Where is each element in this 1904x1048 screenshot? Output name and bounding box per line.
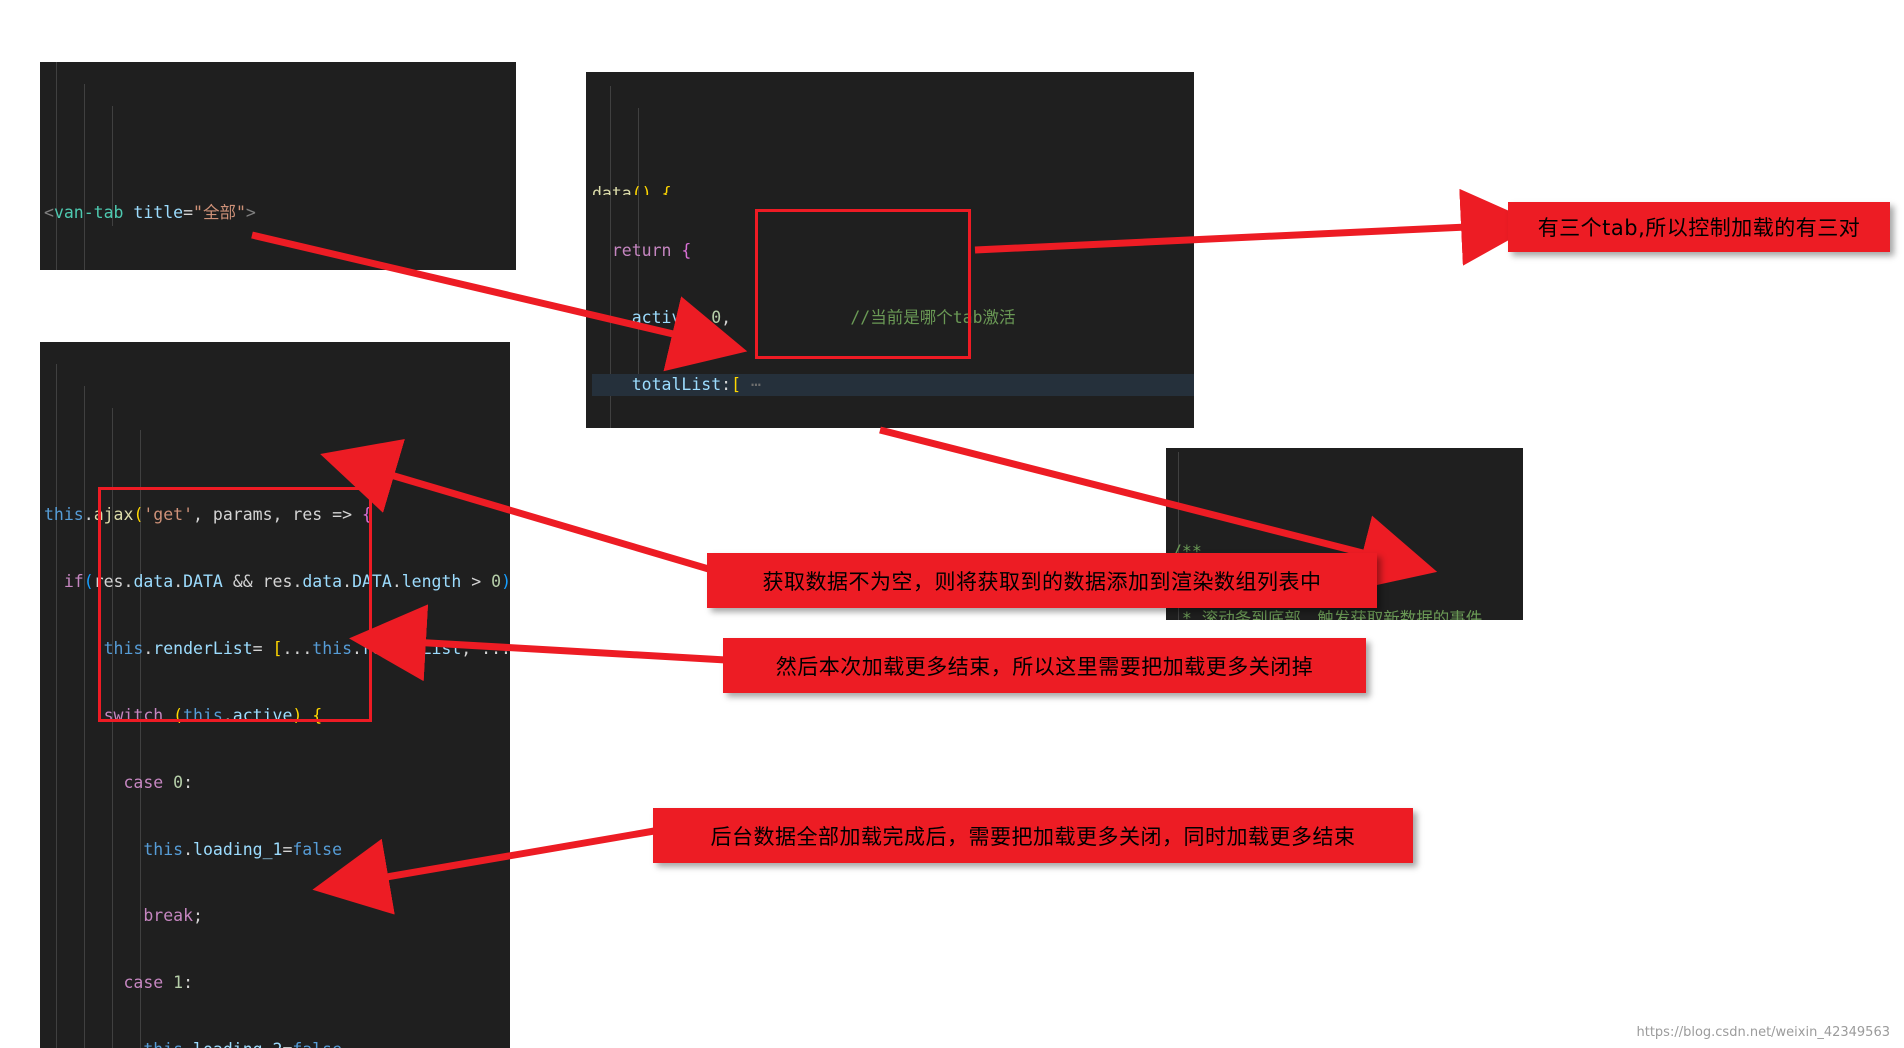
code-line: this.ajax('get', params, res => { — [44, 505, 372, 525]
code-line: * 滚动条到底部，触发获取新数据的事件 — [1172, 609, 1483, 620]
code-line: case 0: — [123, 772, 194, 792]
ajax-code-panel: this.ajax('get', params, res => { if(res… — [40, 342, 510, 1048]
callout-all-done-note: 后台数据全部加载完成后，需要把加载更多关闭，同时加载更多结束 — [653, 808, 1413, 863]
vue-template-code-panel: <van-tab title="全部"> <van-list v-model="… — [40, 62, 516, 270]
code-line: break; — [143, 906, 203, 926]
code-line: <van-tab title="全部"> — [44, 202, 256, 222]
vue-data-code-panel: data() { return { active: 0, //当前是哪个tab激… — [586, 72, 1194, 428]
code-line: active: 0, //当前是哪个tab激活 — [631, 307, 1016, 327]
code-line: totalList:[ ⋯ — [592, 373, 1194, 397]
screenshot-root: <van-tab title="全部"> <van-list v-model="… — [0, 0, 1904, 1048]
code-line: switch (this.active) { — [103, 705, 323, 725]
watermark: https://blog.csdn.net/weixin_42349563 — [1636, 1025, 1890, 1040]
code-line: case 1: — [123, 973, 194, 993]
callout-append-note: 获取数据不为空，则将获取到的数据添加到渲染数组列表中 — [707, 553, 1377, 608]
code-line: this.loading_2=false — [44, 1039, 510, 1048]
callout-tabs-note: 有三个tab,所以控制加载的有三对 — [1508, 202, 1890, 252]
code-line: data() { — [592, 184, 672, 196]
code-line: return { — [611, 241, 692, 261]
code-line: this.loading_1=false — [143, 839, 343, 859]
callout-finish-load-note: 然后本次加载更多结束，所以这里需要把加载更多关闭掉 — [723, 638, 1366, 693]
code-line: if(res.data.DATA && res.data.DATA.length… — [63, 571, 510, 591]
code-line: <van-list — [44, 269, 516, 271]
code-line: this.renderList= [...this.renderList, ..… — [103, 638, 510, 658]
